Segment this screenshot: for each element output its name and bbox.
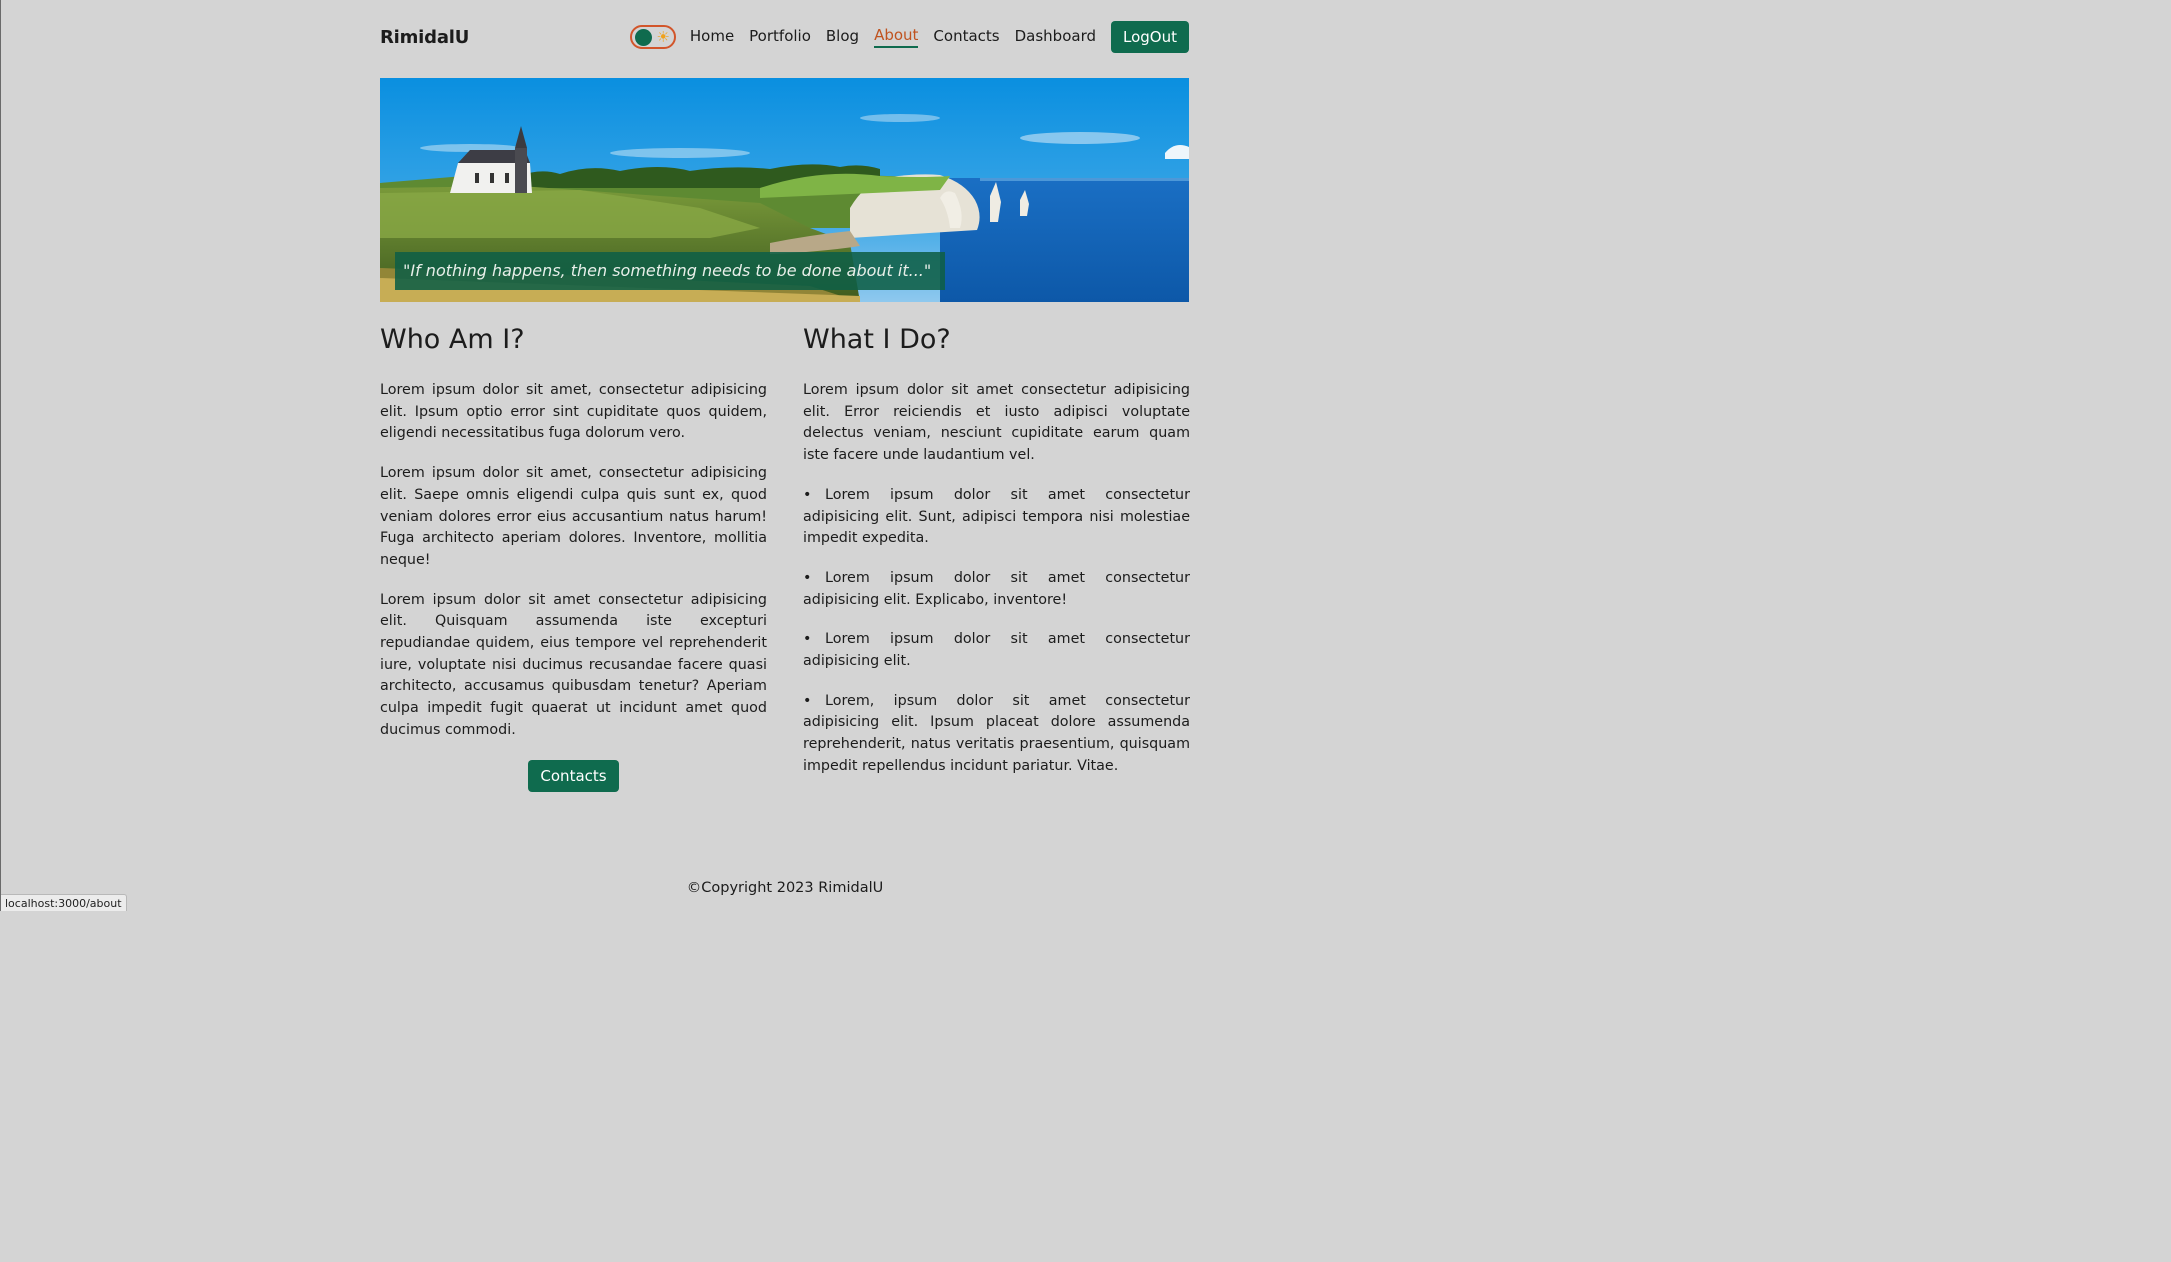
nav-link-portfolio[interactable]: Portfolio	[749, 27, 811, 47]
what-i-do-section: What I Do? Lorem ipsum dolor sit amet co…	[803, 322, 1190, 796]
status-bar-url: localhost:3000/about	[1, 894, 127, 911]
list-item-text: Lorem ipsum dolor sit amet consectetur a…	[803, 569, 1190, 608]
list-item-text: Lorem ipsum dolor sit amet consectetur a…	[803, 486, 1190, 547]
who-am-i-title: Who Am I?	[380, 324, 525, 355]
nav-link-dashboard[interactable]: Dashboard	[1015, 27, 1096, 47]
sun-icon: ☀	[656, 28, 670, 46]
brand-logo[interactable]: RimidalU	[380, 27, 469, 48]
who-paragraph: Lorem ipsum dolor sit amet consectetur a…	[380, 591, 767, 738]
nav-link-home[interactable]: Home	[690, 27, 734, 47]
theme-toggle[interactable]: ☀	[629, 25, 676, 49]
what-i-do-title: What I Do?	[803, 324, 951, 355]
footer-copyright: ©Copyright 2023 RimidalU	[686, 880, 884, 896]
list-item-text: Lorem, ipsum dolor sit amet consectetur …	[803, 692, 1190, 774]
who-paragraph: Lorem ipsum dolor sit amet, consectetur …	[380, 382, 767, 442]
list-item-text: Lorem ipsum dolor sit amet consectetur a…	[803, 631, 1190, 670]
list-item: • Lorem ipsum dolor sit amet consectetur …	[803, 568, 1190, 611]
list-item: • Lorem ipsum dolor sit amet consectetur …	[803, 629, 1190, 672]
navbar: RimidalU ☀ Home Portfolio Blog About Con…	[380, 21, 1189, 53]
contacts-button-wrap: Contacts	[380, 759, 767, 792]
what-intro: Lorem ipsum dolor sit amet consectetur a…	[803, 382, 1190, 464]
bullet-icon: •	[803, 569, 812, 586]
hero-quote: "If nothing happens, then something need…	[395, 252, 946, 290]
nav-link-blog[interactable]: Blog	[826, 27, 859, 47]
logout-button[interactable]: LogOut	[1111, 21, 1189, 53]
bullet-icon: •	[803, 692, 812, 709]
bullet-icon: •	[803, 486, 812, 503]
what-list: • Lorem ipsum dolor sit amet consectetur …	[803, 485, 1190, 778]
hero-banner: "If nothing happens, then something need…	[380, 78, 1189, 302]
contacts-button[interactable]: Contacts	[528, 759, 619, 792]
list-item: • Lorem ipsum dolor sit amet consectetur …	[803, 485, 1190, 550]
nav-link-about[interactable]: About	[874, 26, 919, 48]
list-item: • Lorem, ipsum dolor sit amet consectetur…	[803, 691, 1190, 778]
bullet-icon: •	[803, 631, 812, 648]
who-paragraph: Lorem ipsum dolor sit amet, consectetur …	[380, 465, 767, 568]
toggle-knob	[634, 29, 652, 46]
who-am-i-section: Who Am I? Lorem ipsum dolor sit amet, co…	[380, 322, 767, 792]
nav-menu: ☀ Home Portfolio Blog About Contacts Das…	[629, 21, 1189, 53]
nav-link-contacts[interactable]: Contacts	[933, 27, 999, 47]
